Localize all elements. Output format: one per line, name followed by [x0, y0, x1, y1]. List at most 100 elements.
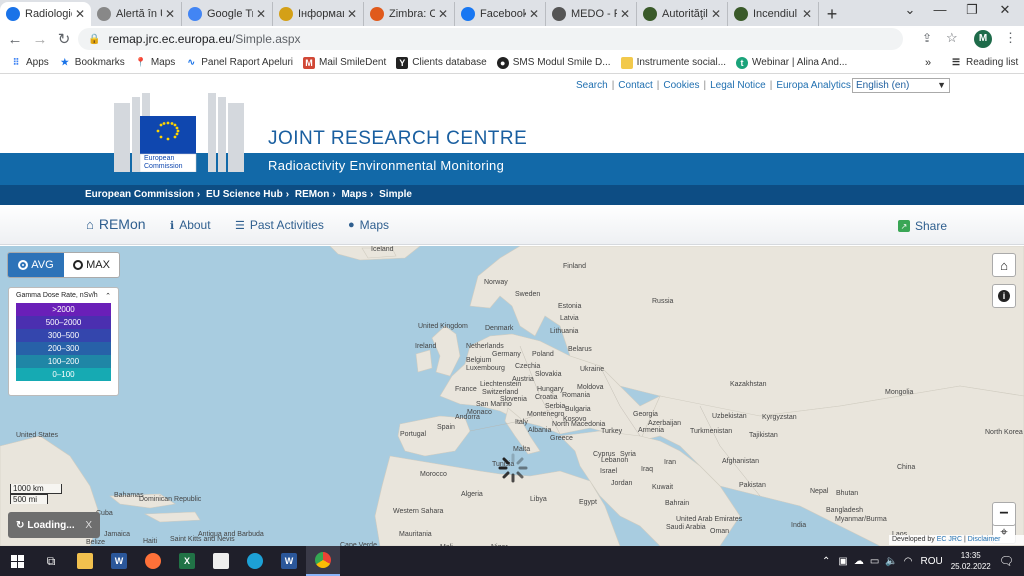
tab-close-icon[interactable]: ✕ — [75, 7, 85, 21]
map-info-button[interactable]: i — [992, 284, 1016, 308]
taskbar-firefox[interactable] — [136, 546, 170, 576]
bookmark-panel[interactable]: ∿ Panel Raport Apeluri — [185, 57, 293, 69]
clock[interactable]: 13:35 25.02.2022 — [951, 550, 991, 572]
word-icon: W — [111, 553, 127, 569]
browser-tab[interactable]: MEDO - Pi✕ — [546, 2, 637, 26]
restore-icon[interactable]: ❐ — [957, 2, 987, 18]
map-home-button[interactable]: ⌂ — [992, 253, 1016, 277]
language-select[interactable]: English (en) ▼ — [852, 78, 950, 93]
tab-close-icon[interactable]: ✕ — [256, 7, 266, 21]
bookmark-maps[interactable]: 📍 Maps — [135, 57, 175, 69]
tab-search-icon[interactable]: ⌄ — [895, 2, 925, 18]
radiation-map[interactable]: Iceland Finland Norway Sweden Estonia Russia L… — [0, 246, 1024, 546]
share-page-icon[interactable]: ⇪ — [922, 31, 932, 45]
country-label: Andorra — [455, 414, 480, 421]
network-icon[interactable]: ▭ — [870, 556, 879, 567]
avg-toggle-button[interactable]: AVG — [8, 253, 64, 277]
nav-past-activities[interactable]: ☰ Past Activities — [235, 218, 324, 232]
taskbar-notepad[interactable] — [204, 546, 238, 576]
browser-tab[interactable]: Radiologic ✕ — [0, 2, 91, 26]
browser-tab[interactable]: Facebook ✕ — [455, 2, 546, 26]
bookmark-webinar[interactable]: t Webinar | Alina And... — [736, 56, 847, 69]
crumb-ec[interactable]: European Commission — [85, 189, 194, 200]
european-commission-logo[interactable]: European Commission — [114, 89, 244, 173]
link-contact[interactable]: Contact — [618, 80, 652, 91]
nav-about[interactable]: ℹ About — [170, 218, 211, 232]
volume-icon[interactable]: 🔈 — [885, 556, 897, 567]
tab-close-icon[interactable]: ✕ — [802, 7, 812, 21]
link-search[interactable]: Search — [576, 80, 608, 91]
taskbar-edge[interactable] — [238, 546, 272, 576]
bookmarks-overflow-icon[interactable]: » — [925, 57, 931, 69]
tab-title: Інформаці — [298, 8, 344, 20]
crumb-remon[interactable]: REMon — [295, 189, 329, 200]
toast-close-button[interactable]: X — [85, 520, 92, 531]
country-label: Poland — [532, 351, 554, 358]
credit-jrc-link[interactable]: EC JRC — [937, 536, 962, 543]
collapse-chevron-icon[interactable]: ⌃ — [105, 292, 111, 300]
bookmark-mail[interactable]: M Mail SmileDent — [303, 56, 386, 69]
browser-tab[interactable]: Інформаці✕ — [273, 2, 364, 26]
crumb-maps[interactable]: Maps — [341, 189, 367, 200]
share-button[interactable]: ↗ Share — [898, 219, 947, 233]
taskbar-explorer[interactable] — [68, 546, 102, 576]
map-pin-icon: 📍 — [135, 57, 147, 67]
url-input[interactable]: 🔒 remap.jrc.ec.europa.eu/Simple.aspx — [78, 28, 903, 50]
bookmark-bookmarks[interactable]: ★ Bookmarks — [59, 57, 125, 69]
bookmark-clients[interactable]: Y Clients database — [396, 56, 487, 69]
crumb-hub[interactable]: EU Science Hub — [206, 189, 283, 200]
bookmark-apps[interactable]: ⠿ Apps — [10, 57, 49, 69]
link-cookies[interactable]: Cookies — [663, 80, 699, 91]
taskbar-chrome[interactable] — [306, 546, 340, 576]
cloud-icon[interactable]: ☁ — [854, 556, 864, 567]
tray-overflow-icon[interactable]: ⌃ — [822, 556, 830, 567]
menu-icon[interactable]: ⋮ — [1004, 30, 1017, 46]
tab-close-icon[interactable]: ✕ — [347, 7, 357, 21]
star-icon[interactable]: ☆ — [946, 30, 958, 46]
reading-list-button[interactable]: ☰ Reading list — [950, 57, 1018, 69]
disclaimer-link[interactable]: Disclaimer — [968, 536, 1001, 543]
browser-tab[interactable]: Zimbra: Co✕ — [364, 2, 455, 26]
back-icon[interactable]: ← — [2, 31, 28, 48]
taskbar-word-2[interactable]: W — [272, 546, 306, 576]
sms-icon: ● — [496, 56, 509, 69]
link-analytics[interactable]: Europa Analytics — [776, 80, 851, 91]
nav-remon[interactable]: ⌂ REMon — [86, 216, 146, 232]
meet-icon[interactable]: ▣ — [838, 556, 847, 567]
taskbar-word-1[interactable]: W — [102, 546, 136, 576]
radio-unchecked-icon — [73, 260, 84, 270]
country-label: Haiti — [143, 538, 158, 545]
new-tab-button[interactable]: + — [819, 2, 845, 26]
nav-maps[interactable]: ● Maps — [348, 218, 389, 232]
start-button[interactable] — [0, 546, 34, 576]
minimize-icon[interactable]: — — [925, 2, 955, 17]
task-view-button[interactable]: ⧉ — [34, 546, 68, 576]
bookmark-sms[interactable]: ● SMS Modul Smile D... — [496, 56, 611, 69]
country-label: Iran — [664, 459, 677, 466]
browser-tab[interactable]: Autorităţil ✕ — [637, 2, 728, 26]
bookmark-instrumente[interactable]: Instrumente social... — [620, 56, 726, 69]
tab-close-icon[interactable]: ✕ — [711, 7, 721, 21]
zoom-out-button[interactable]: − — [992, 502, 1016, 526]
dropdown-arrow-icon: ▼ — [937, 80, 946, 90]
profile-avatar[interactable]: M — [974, 30, 992, 48]
browser-tab[interactable]: Incendiul ✕ — [728, 2, 819, 26]
browser-tab[interactable]: Google Tra✕ — [182, 2, 273, 26]
country-label: Iceland — [371, 246, 394, 253]
taskbar-excel[interactable]: X — [170, 546, 204, 576]
input-language[interactable]: ROU — [920, 556, 942, 567]
browser-tab[interactable]: Alertă în U✕ — [91, 2, 182, 26]
close-window-icon[interactable]: ✕ — [990, 2, 1020, 18]
max-toggle-button[interactable]: MAX — [64, 253, 119, 277]
reload-icon[interactable]: ↻ — [51, 30, 77, 48]
link-legal[interactable]: Legal Notice — [710, 80, 766, 91]
forward-icon[interactable]: → — [27, 31, 53, 48]
tab-close-icon[interactable]: ✕ — [529, 7, 539, 21]
notifications-icon[interactable]: 🗨 — [999, 554, 1014, 568]
tab-close-icon[interactable]: ✕ — [438, 7, 448, 21]
country-label: Italy — [515, 419, 528, 426]
wifi-icon[interactable]: ◠ — [904, 556, 913, 567]
tab-close-icon[interactable]: ✕ — [165, 7, 175, 21]
country-label: Lithuania — [550, 328, 579, 335]
tab-close-icon[interactable]: ✕ — [620, 7, 630, 21]
